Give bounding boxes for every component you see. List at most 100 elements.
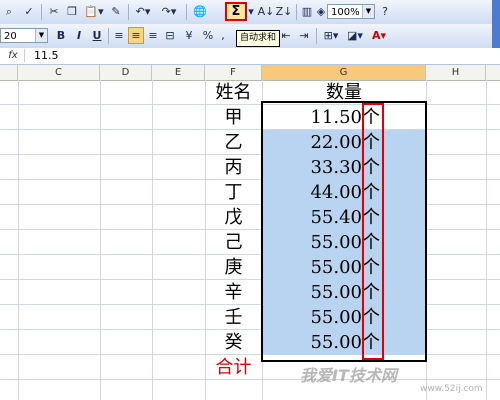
table-row: 辛 55.00 个 — [0, 280, 500, 305]
underline-button[interactable]: U — [90, 27, 104, 44]
name-cell[interactable]: 己 — [205, 230, 262, 255]
drawing-icon[interactable]: ◈ — [316, 3, 326, 20]
qty-cell[interactable]: 22.00 个 — [262, 130, 426, 155]
qty-value: 44.00 — [310, 182, 362, 203]
formula-bar: fx 11.5 — [0, 48, 500, 65]
name-cell[interactable]: 乙 — [205, 130, 262, 155]
decrease-indent-icon[interactable]: ⇤ — [278, 27, 294, 44]
qty-cell[interactable]: 55.00 个 — [262, 230, 426, 255]
research-icon[interactable]: ⌕ — [2, 3, 16, 20]
column-headers: C D E F G H — [0, 65, 500, 81]
paste-icon[interactable]: 📋▾ — [82, 3, 106, 20]
column-header-e[interactable]: E — [152, 65, 205, 80]
watermark-logo: 我爱IT技术网 — [300, 366, 397, 385]
autosum-button[interactable]: Σ — [225, 2, 247, 21]
bold-button[interactable]: B — [54, 27, 68, 44]
italic-button[interactable]: I — [72, 27, 86, 44]
spelling-icon[interactable]: ✓ — [20, 3, 38, 20]
table-header-row: 姓名 数量 — [0, 80, 500, 105]
sort-descending-icon[interactable]: Z↓ — [276, 3, 293, 20]
qty-value: 55.00 — [310, 257, 362, 278]
toolbar-options-icon[interactable] — [492, 24, 500, 48]
qty-cell[interactable]: 44.00 个 — [262, 180, 426, 205]
autosum-dropdown-icon[interactable]: ▾ — [247, 3, 255, 20]
align-right-icon[interactable]: ≡ — [146, 27, 160, 44]
header-qty-cell[interactable]: 数量 — [262, 80, 426, 105]
currency-icon[interactable]: ¥ — [182, 27, 196, 44]
name-cell[interactable]: 辛 — [205, 280, 262, 305]
table-row: 庚 55.00 个 — [0, 255, 500, 280]
select-all-corner[interactable] — [0, 65, 18, 80]
qty-cell[interactable]: 55.40 个 — [262, 205, 426, 230]
qty-cell[interactable]: 55.00 个 — [262, 330, 426, 355]
total-label-cell[interactable]: 合计 — [205, 355, 262, 380]
font-color-icon[interactable]: A▾ — [368, 27, 390, 44]
qty-unit: 个 — [362, 307, 380, 328]
hyperlink-icon[interactable]: 🌐 — [192, 3, 208, 20]
qty-value: 55.00 — [310, 307, 362, 328]
qty-cell[interactable]: 55.00 个 — [262, 305, 426, 330]
column-header-d[interactable]: D — [100, 65, 152, 80]
column-header-g[interactable]: G — [262, 65, 426, 80]
formula-input[interactable]: 11.5 — [34, 48, 59, 64]
qty-cell[interactable]: 55.00 个 — [262, 280, 426, 305]
font-size-select[interactable]: 20 ▼ — [0, 28, 48, 43]
name-cell[interactable]: 壬 — [205, 305, 262, 330]
qty-cell[interactable]: 33.30 个 — [262, 155, 426, 180]
help-icon[interactable]: ? — [378, 3, 392, 20]
name-cell[interactable]: 丙 — [205, 155, 262, 180]
borders-icon[interactable]: ⊞▾ — [320, 27, 342, 44]
column-header-f[interactable]: F — [205, 65, 262, 80]
table-row: 丁 44.00 个 — [0, 180, 500, 205]
cut-icon[interactable]: ✂ — [46, 3, 62, 20]
redo-icon[interactable]: ↷▾ — [158, 3, 180, 20]
qty-value: 33.30 — [310, 157, 362, 178]
qty-unit: 个 — [362, 182, 380, 203]
merge-center-icon[interactable]: ⊟ — [162, 27, 178, 44]
chevron-down-icon: ▼ — [35, 29, 47, 42]
chart-wizard-icon[interactable]: ▥ — [300, 3, 314, 20]
qty-unit: 个 — [362, 132, 380, 153]
toolbar-options-icon[interactable] — [492, 0, 500, 24]
name-cell[interactable]: 丁 — [205, 180, 262, 205]
undo-icon[interactable]: ↶▾ — [132, 3, 154, 20]
toolbar-separator — [186, 4, 187, 20]
column-header-h[interactable]: H — [426, 65, 486, 80]
autosum-tooltip: 自动求和 — [236, 30, 281, 47]
qty-value: 55.00 — [310, 332, 362, 353]
name-cell[interactable]: 庚 — [205, 255, 262, 280]
qty-unit: 个 — [362, 332, 380, 353]
zoom-select[interactable]: 100% ▼ — [327, 4, 375, 19]
name-cell[interactable]: 戊 — [205, 205, 262, 230]
align-left-icon[interactable]: ≡ — [112, 27, 126, 44]
qty-value: 55.00 — [310, 232, 362, 253]
fill-color-icon[interactable]: ◪▾ — [344, 27, 366, 44]
copy-icon[interactable]: ❐ — [64, 3, 80, 20]
qty-cell[interactable]: 55.00 个 — [262, 255, 426, 280]
worksheet-grid: 姓名 数量 甲 11.50 个 乙 22.00 个 丙 33.30 个 丁 44… — [0, 80, 500, 400]
table-row: 戊 55.40 个 — [0, 205, 500, 230]
toolbar-separator — [296, 4, 297, 20]
name-cell[interactable]: 甲 — [205, 105, 262, 130]
qty-unit: 个 — [362, 107, 380, 128]
column-header-c[interactable]: C — [18, 65, 100, 80]
table-row: 壬 55.00 个 — [0, 305, 500, 330]
name-cell[interactable]: 癸 — [205, 330, 262, 355]
comma-style-button[interactable]: , — [218, 27, 228, 44]
qty-unit: 个 — [362, 257, 380, 278]
qty-value: 55.40 — [310, 207, 362, 228]
header-name-cell[interactable]: 姓名 — [205, 80, 262, 105]
chevron-down-icon: ▼ — [362, 5, 374, 18]
increase-indent-icon[interactable]: ⇥ — [296, 27, 312, 44]
zoom-value: 100% — [331, 7, 360, 18]
percent-button[interactable]: % — [202, 27, 214, 44]
format-painter-icon[interactable]: ✎ — [108, 3, 124, 20]
font-size-value: 20 — [4, 31, 17, 42]
align-center-icon[interactable]: ≡ — [128, 27, 144, 44]
sort-ascending-icon[interactable]: A↓ — [258, 3, 275, 20]
qty-cell[interactable]: 11.50 个 — [262, 105, 426, 130]
toolbar-separator — [316, 28, 317, 44]
function-icon[interactable]: fx — [2, 49, 25, 62]
table-row: 甲 11.50 个 — [0, 105, 500, 130]
standard-toolbar: ⌕ ✓ ✂ ❐ 📋▾ ✎ ↶▾ ↷▾ 🌐 Σ ▾ A↓ Z↓ ▥ ◈ 100% … — [0, 0, 500, 25]
